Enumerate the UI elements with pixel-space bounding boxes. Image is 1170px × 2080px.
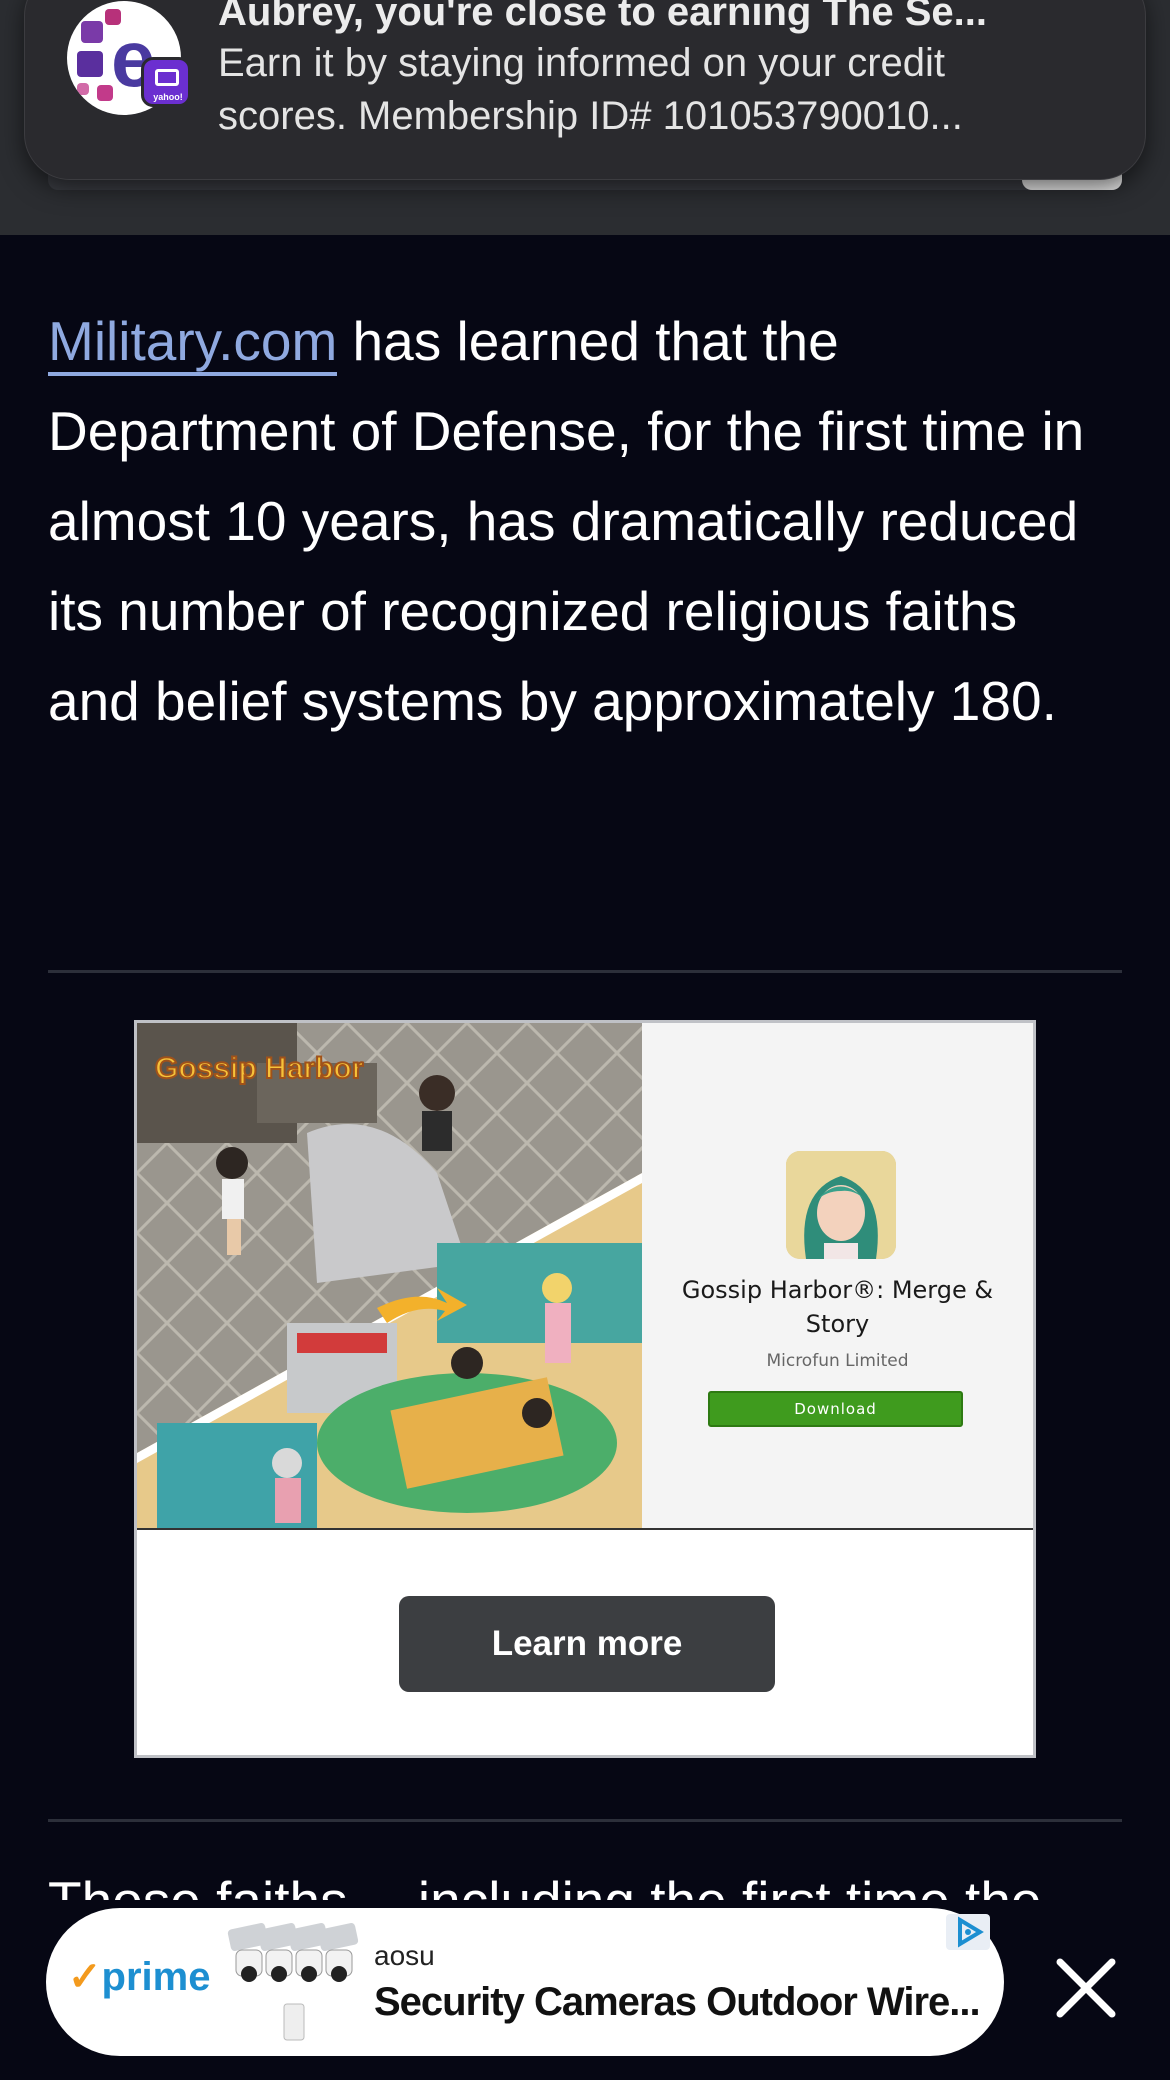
article-next-paragraph: Those faiths… including the first time t…: [48, 1860, 1122, 1900]
game-logo: Gossip Harbor: [155, 1052, 364, 1085]
yahoo-mail-icon: yahoo!: [141, 57, 191, 107]
divider: [48, 1819, 1122, 1822]
display-ad[interactable]: Gossip Harbor Gossip Harbor®: Merge & St…: [134, 1020, 1036, 1758]
divider: [48, 970, 1122, 973]
security-camera-image: [227, 1923, 359, 2041]
ad-headline[interactable]: Security Cameras Outdoor Wire...: [374, 1980, 994, 2025]
learn-more-button[interactable]: Learn more: [399, 1596, 775, 1692]
push-notification[interactable]: e yahoo! Aubrey, you're close to earning…: [24, 0, 1146, 180]
app-info-panel: Gossip Harbor®: Merge & Story Microfun L…: [642, 1023, 1033, 1528]
adchoices-icon[interactable]: [946, 1914, 990, 1950]
app-developer: Microfun Limited: [766, 1351, 909, 1371]
notification-title: Aubrey, you're close to earning The Se..…: [218, 0, 987, 34]
article-paragraph: Military.com has learned that the Depart…: [48, 296, 1122, 746]
advertiser-name: aosu: [374, 1940, 435, 1971]
app-icon[interactable]: [786, 1151, 896, 1259]
game-artwork-image[interactable]: Gossip Harbor: [137, 1023, 642, 1528]
download-button[interactable]: Download: [708, 1391, 963, 1427]
notification-body: Earn it by staying informed on your cred…: [218, 41, 963, 138]
sticky-banner-ad[interactable]: ✓prime aosu Security Cameras Outdoor Wir…: [46, 1908, 1004, 2056]
prime-logo: ✓prime: [68, 1955, 211, 1999]
ad-divider: [137, 1528, 1033, 1530]
close-icon[interactable]: [1050, 1952, 1122, 2024]
app-name: Gossip Harbor®: Merge & Story: [681, 1276, 994, 1338]
military-link[interactable]: Military.com: [48, 310, 338, 376]
